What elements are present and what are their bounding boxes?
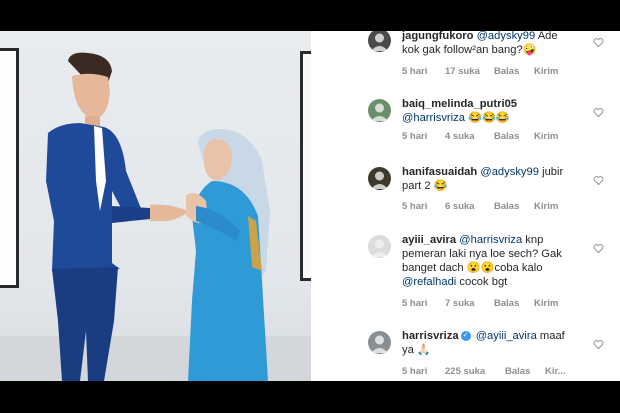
avatar[interactable] xyxy=(368,331,391,354)
comments-panel: jagungfukoro @adysky99 Ade kok gak follo… xyxy=(311,31,620,381)
comment-username[interactable]: baiq_melinda_putri05 xyxy=(402,98,517,110)
man-figure xyxy=(46,52,188,381)
comment-body: 😂😂😂 xyxy=(464,112,510,124)
comment-likes[interactable]: 4 suka xyxy=(445,131,475,142)
comment-mention[interactable]: @adysky99 xyxy=(480,166,539,178)
comment-likes[interactable]: 6 suka xyxy=(445,201,475,212)
heart-outline-icon[interactable] xyxy=(593,37,604,48)
avatar[interactable] xyxy=(368,167,391,190)
reply-button[interactable]: Balas xyxy=(505,366,530,377)
verified-badge-icon: ✓ xyxy=(460,331,471,342)
reply-button[interactable]: Balas xyxy=(494,298,519,309)
comment-username[interactable]: ayiii_avira xyxy=(402,234,456,246)
heart-outline-icon[interactable] xyxy=(593,339,604,350)
comment-username[interactable]: hanifasuaidah xyxy=(402,166,477,178)
avatar[interactable] xyxy=(368,99,391,122)
comment-text: ayiii_avira @harrisvriza knp pemeran lak… xyxy=(402,233,574,289)
comment-mention-2[interactable]: @refalhadi xyxy=(402,276,456,288)
comment-time: 5 hari xyxy=(402,298,428,309)
comment-likes[interactable]: 225 suka xyxy=(445,366,485,377)
comment-likes[interactable]: 7 suka xyxy=(445,298,475,309)
heart-outline-icon[interactable] xyxy=(593,243,604,254)
comment-time: 5 hari xyxy=(402,366,428,377)
reply-button[interactable]: Balas xyxy=(494,131,519,142)
send-button[interactable]: Kirim xyxy=(534,298,558,309)
comment-mention[interactable]: @adysky99 xyxy=(477,31,536,42)
send-button[interactable]: Kir... xyxy=(545,366,566,377)
comment-username[interactable]: harrisvriza xyxy=(402,330,459,342)
comment-mention[interactable]: @harrisvriza xyxy=(459,234,522,246)
comment-time: 5 hari xyxy=(402,201,428,212)
send-button[interactable]: Kirim xyxy=(534,131,558,142)
post-frame: jagungfukoro @adysky99 Ade kok gak follo… xyxy=(0,31,620,381)
post-photo xyxy=(0,31,311,381)
photo-illustration xyxy=(46,52,270,381)
woman-figure xyxy=(186,129,270,381)
heart-outline-icon[interactable] xyxy=(593,107,604,118)
reply-button[interactable]: Balas xyxy=(494,66,519,77)
comment-text: jagungfukoro @adysky99 Ade kok gak follo… xyxy=(402,31,574,57)
avatar[interactable] xyxy=(368,235,391,258)
comment-username[interactable]: jagungfukoro xyxy=(402,31,473,42)
heart-outline-icon[interactable] xyxy=(593,175,604,186)
avatar[interactable] xyxy=(368,31,391,52)
comment-text: harrisvriza ✓ @ayiii_avira maaf ya 🙏🏻 xyxy=(402,329,574,357)
comment-body-2: cocok bgt xyxy=(456,276,508,288)
comment-text: baiq_melinda_putri05 @harrisvriza 😂😂😂 xyxy=(402,97,574,125)
comment-mention[interactable]: @ayiii_avira xyxy=(476,330,537,342)
comment-text: hanifasuaidah @adysky99 jubir part 2 😂 xyxy=(402,165,574,193)
send-button[interactable]: Kirim xyxy=(534,66,558,77)
comment-likes[interactable]: 17 suka xyxy=(445,66,480,77)
send-button[interactable]: Kirim xyxy=(534,201,558,212)
comment-mention[interactable]: @harrisvriza xyxy=(402,112,465,124)
reply-button[interactable]: Balas xyxy=(494,201,519,212)
comment-time: 5 hari xyxy=(402,66,428,77)
comment-time: 5 hari xyxy=(402,131,428,142)
